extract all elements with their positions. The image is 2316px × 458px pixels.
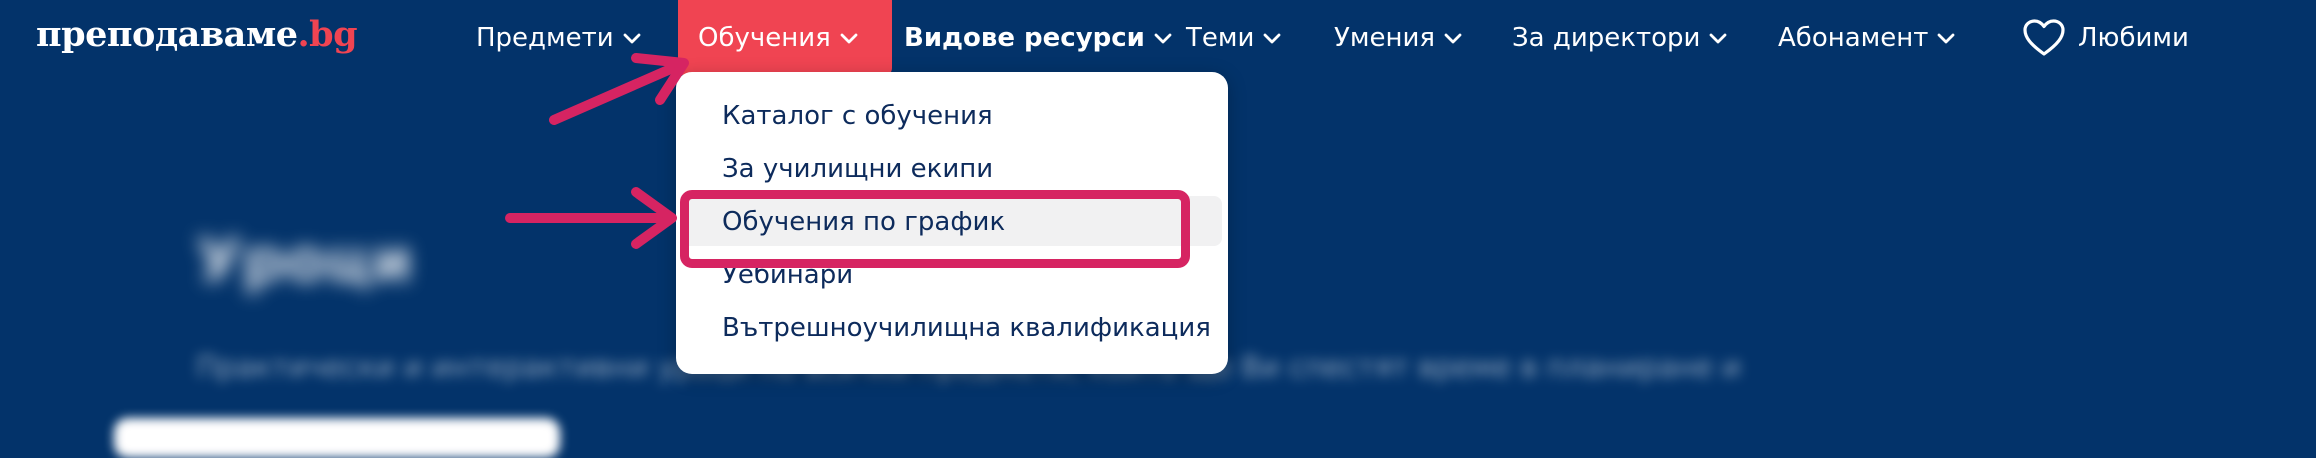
heart-icon [2022,18,2066,58]
chevron-down-icon [1706,26,1730,50]
arrow-annotation-icon [505,53,689,249]
nav-item-label: Видове ресурси [904,23,1145,53]
favorites-link[interactable]: Любими [2022,18,2189,58]
blurred-button [114,418,560,458]
nav-item-trainings[interactable]: Обучения [698,18,861,58]
chevron-down-icon [620,26,644,50]
nav-item-label: Обучения [698,23,831,53]
nav-item-for-directors[interactable]: За директори [1512,18,1730,58]
nav-item-skills[interactable]: Умения [1334,18,1465,58]
chevron-down-icon [1260,26,1284,50]
top-navigation: преподаваме.bg Предмети Обучения Видове … [0,0,2316,76]
chevron-down-icon [837,26,861,50]
nav-item-resource-types[interactable]: Видове ресурси [904,18,1175,58]
nav-item-label: За директори [1512,23,1701,53]
menu-item-in-school-qualification[interactable]: Вътрешноучилищна квалификация [722,308,1211,348]
chevron-down-icon [1441,26,1465,50]
menu-item-catalog[interactable]: Каталог с обучения [722,96,993,136]
nav-item-topics[interactable]: Теми [1186,18,1284,58]
nav-item-label: Предмети [476,23,614,53]
logo-wordmark: преподаваме [36,14,298,55]
menu-item-school-teams[interactable]: За училищни екипи [722,149,993,189]
nav-item-subscription[interactable]: Абонамент [1778,18,1958,58]
site-logo[interactable]: преподаваме.bg [36,14,358,55]
page-heading-blurred: Уроци [196,226,413,296]
nav-item-label: Абонамент [1778,23,1929,53]
annotation-highlight-box [680,190,1190,268]
chevron-down-icon [1934,26,1958,50]
chevron-down-icon [1151,26,1175,50]
favorites-label: Любими [2078,23,2189,53]
nav-item-label: Теми [1186,23,1255,53]
logo-tld: .bg [297,14,358,55]
nav-item-label: Умения [1334,23,1435,53]
nav-item-subjects[interactable]: Предмети [476,18,644,58]
